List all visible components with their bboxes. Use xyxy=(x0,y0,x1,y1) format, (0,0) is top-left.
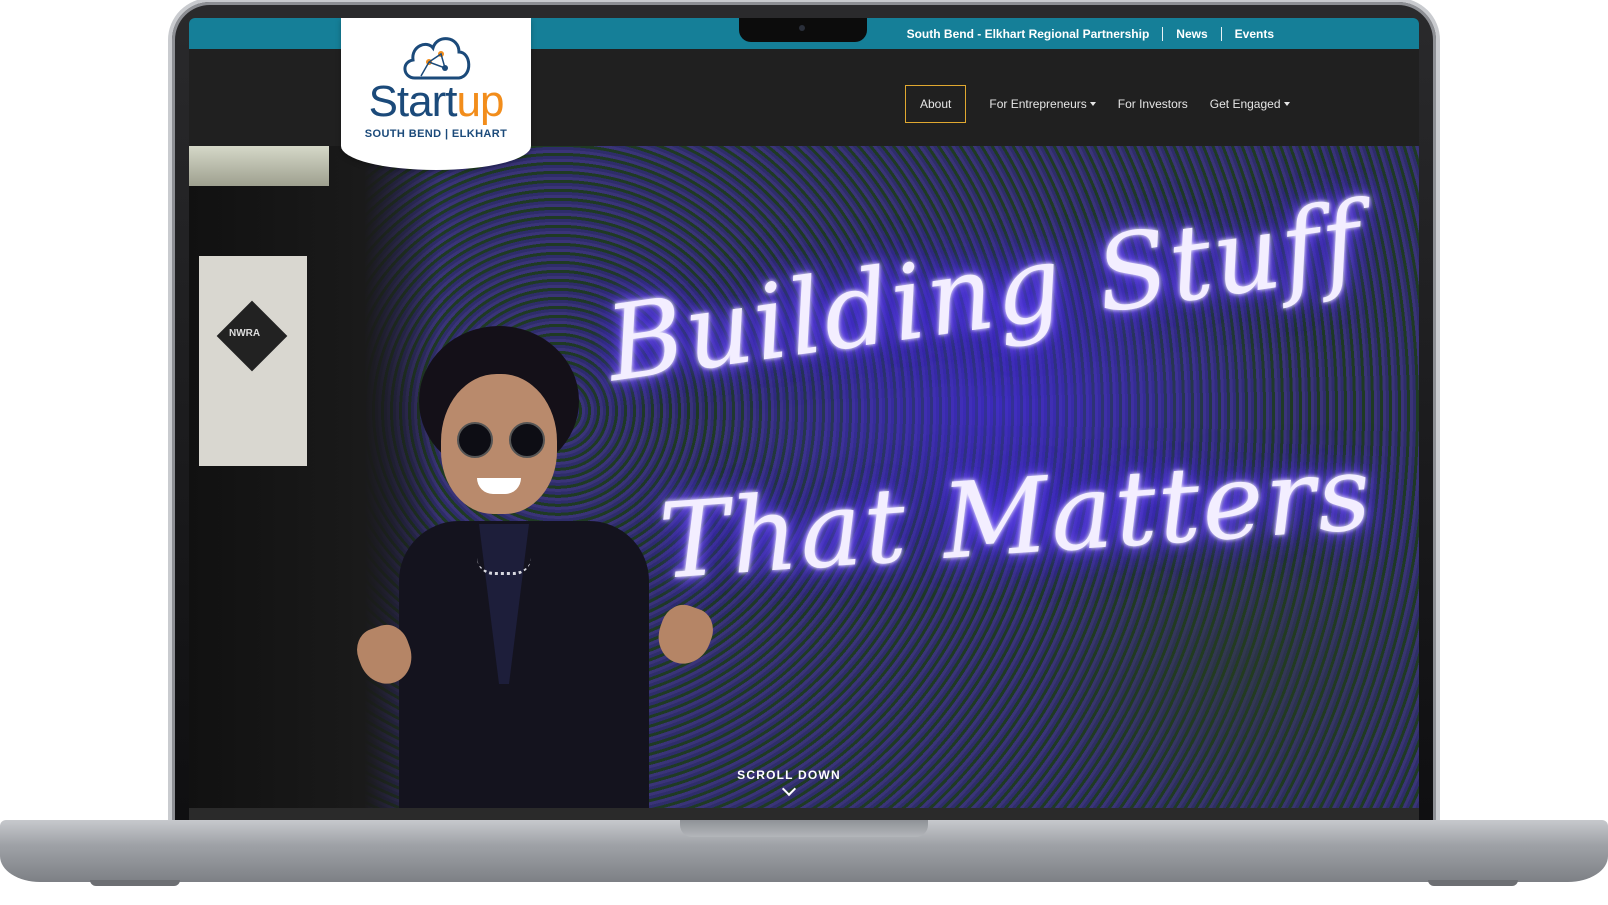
browser-screen: South Bend - Elkhart Regional Partnershi… xyxy=(189,18,1419,822)
nav-item-get-engaged[interactable]: Get Engaged xyxy=(1201,87,1299,121)
camera-notch xyxy=(739,18,867,42)
utility-link-events[interactable]: Events xyxy=(1222,27,1287,41)
nav-item-about[interactable]: About xyxy=(905,85,967,123)
nav-item-label: Get Engaged xyxy=(1209,97,1281,111)
main-nav: About For Entrepreneurs For Investors Ge… xyxy=(905,85,1303,123)
nav-item-for-investors[interactable]: For Investors xyxy=(1109,87,1197,121)
logo-wordmark: Startup xyxy=(341,78,531,126)
necklace xyxy=(477,558,531,575)
sunglasses-icon xyxy=(509,422,545,458)
person-figure xyxy=(350,326,739,808)
logo-start-text: Start xyxy=(368,77,458,126)
utility-link-partnership[interactable]: South Bend - Elkhart Regional Partnershi… xyxy=(894,27,1163,41)
booth-banner: NWRA xyxy=(199,256,307,466)
logo-tagline: SOUTH BEND | ELKHART xyxy=(364,128,508,140)
site-logo[interactable]: Startup SOUTH BEND | ELKHART xyxy=(341,18,531,170)
nav-item-label: For Entrepreneurs xyxy=(989,97,1087,111)
hero-image: NWRA Building Stuff That Matters SCROLL … xyxy=(189,146,1419,808)
nav-item-label: For Investors xyxy=(1117,97,1188,111)
right-hand xyxy=(650,598,720,672)
scroll-down-button[interactable]: SCROLL DOWN xyxy=(709,768,869,797)
caret-down-icon xyxy=(1283,102,1290,106)
lid-opening-groove xyxy=(680,820,928,837)
background-window xyxy=(189,146,329,186)
nav-item-label: About xyxy=(920,97,952,111)
caret-down-icon xyxy=(1089,102,1096,106)
divider xyxy=(1220,26,1222,41)
banner-text: NWRA xyxy=(229,328,261,339)
logo-up-text: up xyxy=(456,77,504,126)
laptop-foot xyxy=(90,880,180,886)
scroll-down-label: SCROLL DOWN xyxy=(737,768,841,782)
utility-link-news[interactable]: News xyxy=(1163,27,1220,41)
laptop-foot xyxy=(1428,880,1518,886)
nav-item-for-entrepreneurs[interactable]: For Entrepreneurs xyxy=(980,87,1104,121)
camera-icon xyxy=(799,25,805,31)
sunglasses-icon xyxy=(457,422,493,458)
chevron-down-icon xyxy=(781,781,797,797)
divider xyxy=(1162,26,1164,41)
neon-sign-line-2: That Matters xyxy=(655,431,1377,603)
